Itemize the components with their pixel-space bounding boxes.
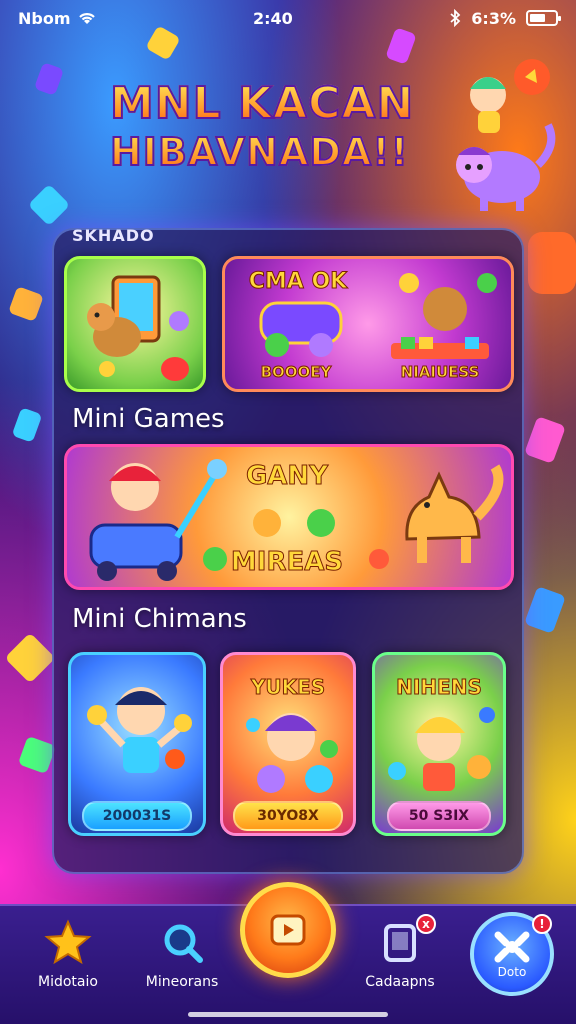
nav-label-doto: Doto: [497, 965, 527, 979]
chiman-card-3[interactable]: NIHENS 50 S3IX: [372, 652, 506, 836]
hero-title-line2: HIBAVNADA!!: [109, 128, 450, 176]
chiman-card-1-pill: 200031S: [82, 801, 192, 831]
chiman-card-2[interactable]: YUKES 30YO8X: [220, 652, 356, 836]
battery-icon: [525, 10, 561, 26]
confetti-shape: [524, 586, 566, 634]
nav-label-midotaio: Midotaio: [38, 974, 98, 990]
bluetooth-icon: [450, 9, 461, 27]
section-label-top: SKHADO: [72, 226, 155, 245]
section-title-mini-games: Mini Games: [72, 404, 225, 434]
status-bar: Nbom 2:40 6:3%: [0, 0, 576, 36]
dog-tablet-illustration: [87, 275, 189, 381]
battery-fill: [529, 14, 546, 22]
play-icon: [270, 914, 306, 946]
magnifier-icon: [164, 924, 203, 963]
hero-title: MNL KACAN HIBAVNADA!!: [109, 79, 450, 176]
hero-title-line1: MNL KACAN: [109, 79, 450, 129]
nav-item-mineorans[interactable]: Mineorans: [132, 918, 232, 990]
home-indicator: [188, 1012, 388, 1017]
nav-badge-doto: !: [532, 914, 552, 934]
confetti-shape: [33, 62, 65, 96]
status-right: 6:3%: [449, 8, 561, 28]
top-card-cma-ok[interactable]: CMA OK BOOOEY NIAIUESS: [222, 256, 514, 392]
banner-title: GANY: [245, 461, 329, 492]
confetti-shape: [528, 232, 576, 294]
battery-percent: 6:3%: [471, 8, 516, 28]
clock: 2:40: [253, 8, 293, 28]
nav-item-cadaapns[interactable]: Cadaapns x: [350, 914, 450, 990]
confetti-shape: [524, 416, 566, 464]
nav-label-mineorans: Mineorans: [145, 974, 219, 990]
top-card-dog-tablet[interactable]: [64, 256, 206, 392]
confetti-shape: [4, 632, 56, 684]
nav-item-doto[interactable]: Doto !: [462, 912, 562, 996]
chiman-card-1[interactable]: 200031S: [68, 652, 206, 836]
play-button[interactable]: [240, 882, 336, 978]
status-left: Nbom: [18, 9, 97, 28]
nav-item-midotaio[interactable]: Midotaio: [18, 918, 118, 990]
wifi-icon: [78, 13, 95, 24]
section-title-mini-chimans: Mini Chimans: [72, 604, 247, 634]
banner-subtitle: MIREAS: [230, 547, 344, 578]
chiman-card-2-pill: 30YO8X: [233, 801, 343, 831]
star-icon: [44, 919, 92, 965]
confetti-shape: [27, 183, 71, 227]
nav-badge-cadaapns: x: [416, 914, 436, 934]
nav-label-cadaapns: Cadaapns: [365, 974, 435, 990]
mascot-illustration: [456, 59, 556, 211]
chiman-card-3-pill: 50 S3IX: [387, 801, 491, 831]
top-card-right-label: NIAIUESS: [400, 363, 480, 382]
carrier-label: Nbom: [18, 8, 71, 28]
confetti-shape: [11, 407, 43, 443]
controller-icon: [494, 931, 530, 963]
confetti-shape: [17, 735, 57, 775]
mini-games-banner[interactable]: GANY MIREAS: [64, 444, 514, 590]
confetti-shape: [8, 286, 44, 322]
